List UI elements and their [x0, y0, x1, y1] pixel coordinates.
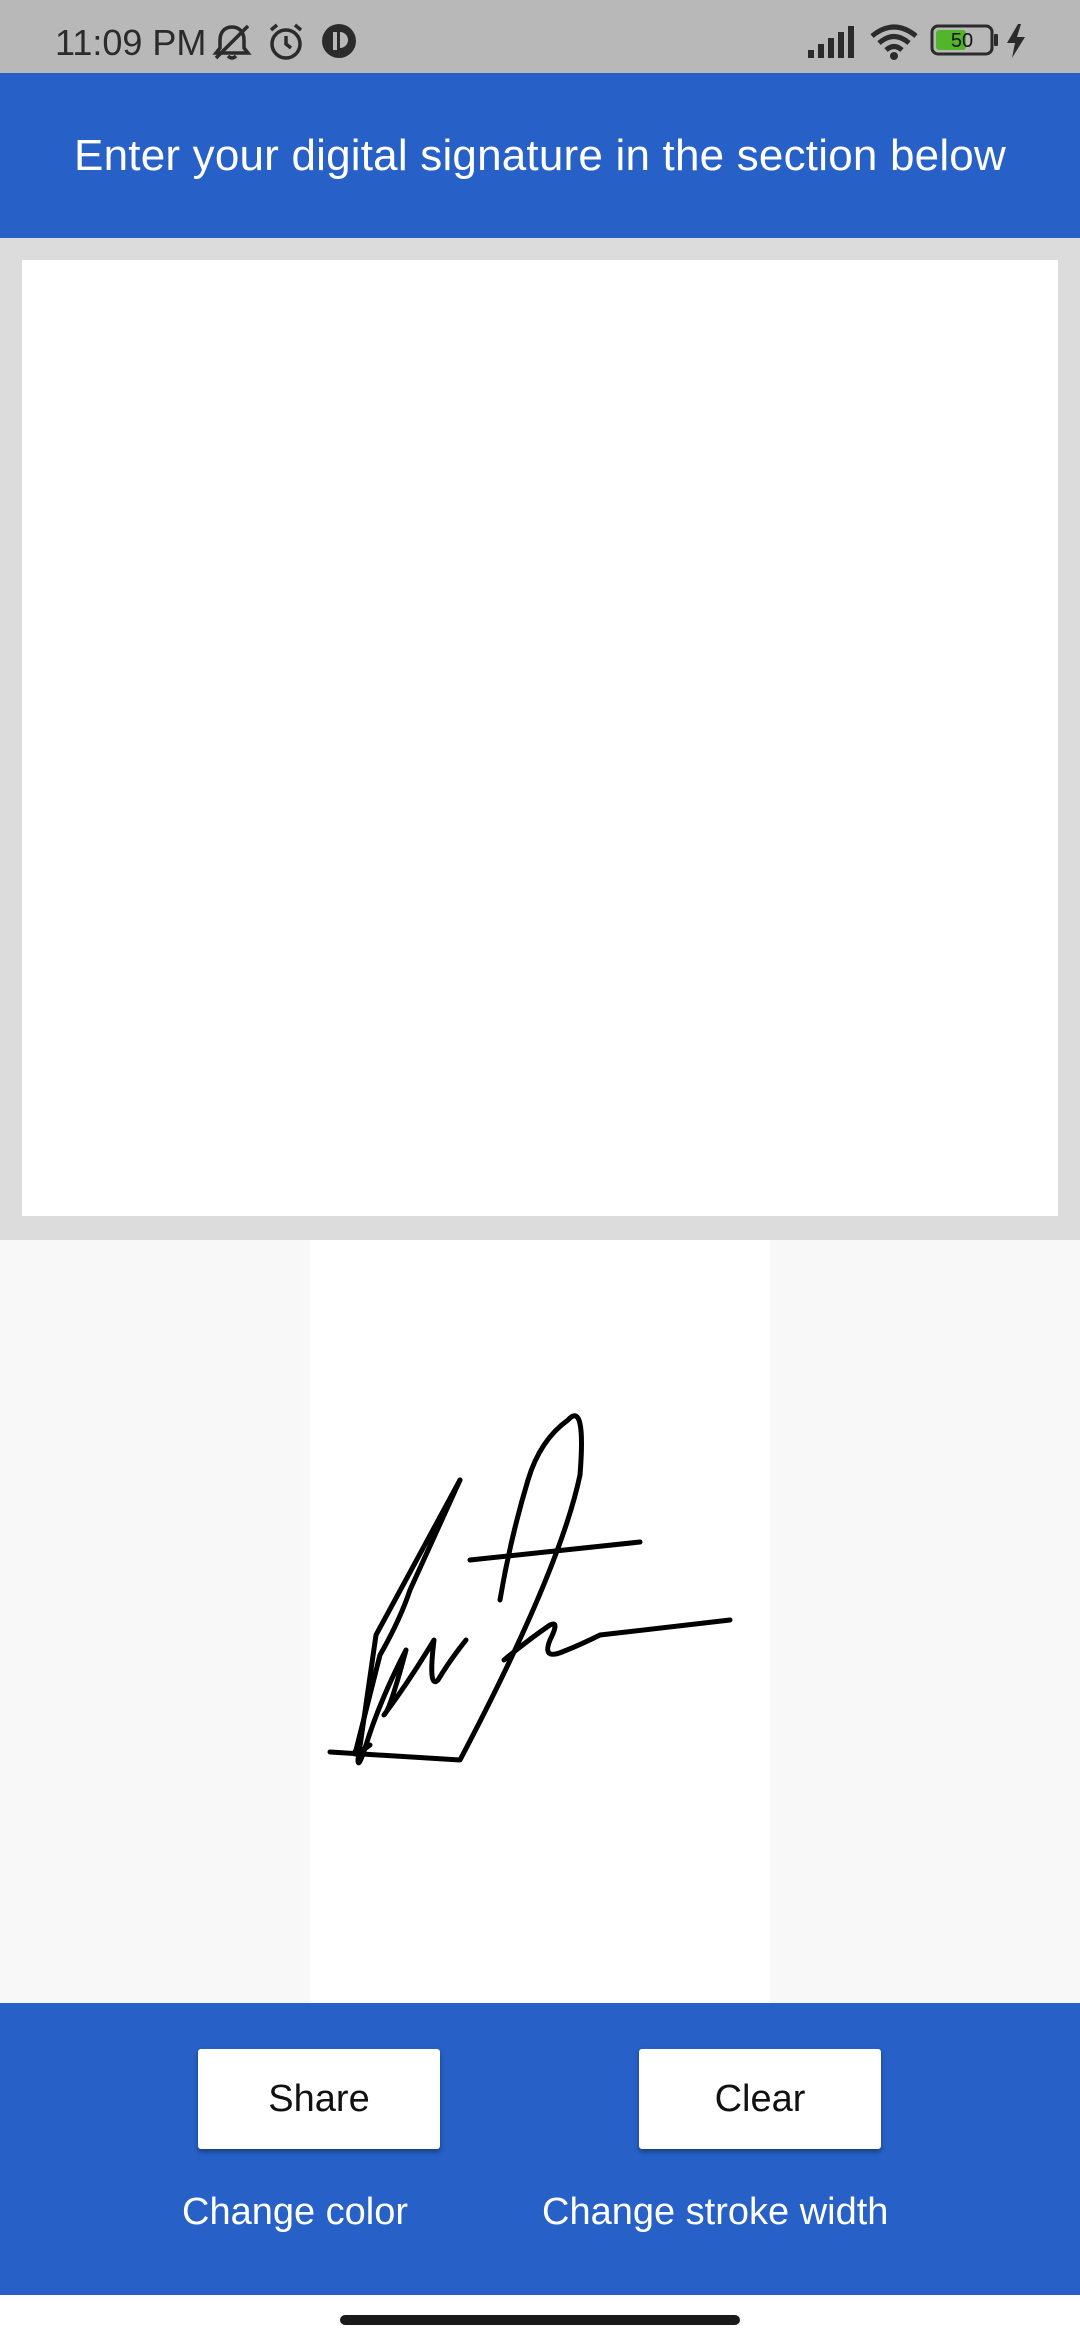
wifi-icon: [870, 24, 918, 60]
signature-pad[interactable]: [22, 260, 1058, 1216]
signature-preview-area: [0, 1240, 1080, 2003]
change-stroke-width-link[interactable]: Change stroke width: [542, 2191, 888, 2234]
status-time: 11:09 PM: [55, 22, 207, 63]
signal-icon: [808, 26, 854, 58]
signature-image: [327, 1413, 733, 1766]
clear-button[interactable]: Clear: [639, 2049, 881, 2149]
header-bar: Enter your digital signature in the sect…: [0, 73, 1080, 238]
signature-preview: [310, 1240, 770, 2003]
signature-pad-frame: [0, 238, 1080, 1240]
change-color-link[interactable]: Change color: [182, 2191, 408, 2234]
status-bar: 11:09 PM 50: [0, 0, 1080, 73]
mute-icon: [212, 24, 252, 60]
app-notification-icon: [322, 24, 356, 58]
charging-icon: [1007, 24, 1025, 58]
home-indicator[interactable]: [340, 2315, 740, 2325]
page-title: Enter your digital signature in the sect…: [74, 130, 1006, 180]
alarm-icon: [269, 23, 303, 60]
signature-screen: 11:09 PM 50 Enter your digital signature…: [0, 0, 1080, 2340]
battery-icon: 50: [930, 24, 998, 56]
navigation-bar: [0, 2295, 1080, 2340]
share-button[interactable]: Share: [198, 2049, 440, 2149]
battery-level: 50: [951, 30, 973, 52]
action-panel: Share Clear Change color Change stroke w…: [0, 2003, 1080, 2295]
